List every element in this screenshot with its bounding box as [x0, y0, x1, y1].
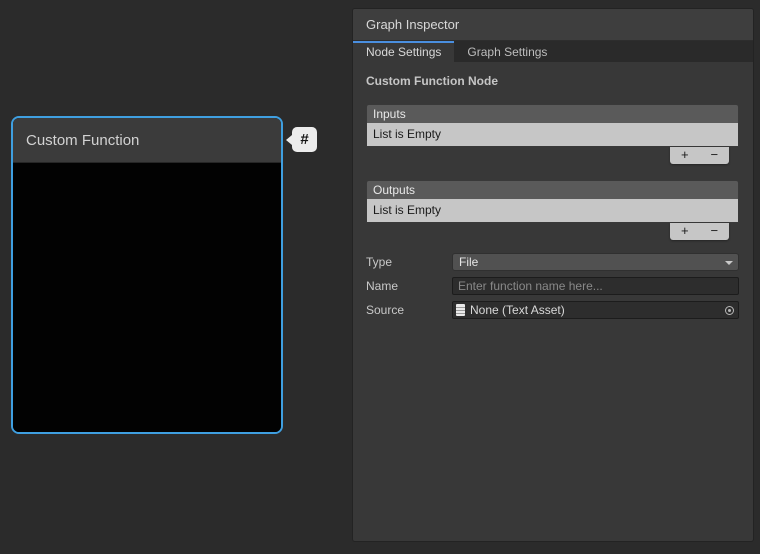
- inputs-list-header: Inputs: [366, 104, 739, 123]
- custom-function-node[interactable]: Custom Function: [11, 116, 283, 434]
- type-row: Type File: [366, 253, 739, 271]
- object-picker-icon: [725, 306, 734, 315]
- node-preview: [13, 163, 281, 432]
- tab-bar: Node Settings Graph Settings: [353, 41, 753, 62]
- outputs-list: Outputs List is Empty + −: [366, 180, 739, 240]
- inputs-remove-button[interactable]: −: [700, 147, 730, 164]
- outputs-list-header: Outputs: [366, 180, 739, 199]
- tab-graph-settings[interactable]: Graph Settings: [454, 41, 560, 62]
- outputs-list-footer: + −: [670, 223, 729, 240]
- name-row: Name: [366, 277, 739, 295]
- object-picker-button[interactable]: [721, 302, 738, 318]
- text-asset-icon: [456, 304, 465, 316]
- source-label: Source: [366, 303, 452, 317]
- outputs-list-empty-row: List is Empty: [366, 199, 739, 223]
- node-title: Custom Function: [26, 132, 139, 149]
- graph-canvas[interactable]: Custom Function # Graph Inspector Node S…: [0, 0, 760, 554]
- source-object-field[interactable]: None (Text Asset): [452, 301, 739, 319]
- outputs-remove-button[interactable]: −: [700, 223, 730, 240]
- outputs-add-button[interactable]: +: [670, 223, 700, 240]
- section-title: Custom Function Node: [366, 74, 740, 88]
- tab-node-settings[interactable]: Node Settings: [353, 41, 454, 62]
- chevron-down-icon: [725, 261, 733, 265]
- hash-icon: #: [300, 131, 308, 148]
- inputs-add-button[interactable]: +: [670, 147, 700, 164]
- type-label: Type: [366, 255, 452, 269]
- source-row: Source None (Text Asset): [366, 301, 739, 319]
- graph-inspector-panel: Graph Inspector Node Settings Graph Sett…: [352, 8, 754, 542]
- panel-title: Graph Inspector: [353, 9, 753, 41]
- inputs-list-footer: + −: [670, 147, 729, 164]
- name-label: Name: [366, 279, 452, 293]
- node-hash-badge[interactable]: #: [292, 127, 317, 152]
- source-object-value: None (Text Asset): [470, 302, 721, 318]
- type-dropdown-value: File: [459, 255, 478, 269]
- inputs-list: Inputs List is Empty + −: [366, 104, 739, 164]
- type-dropdown[interactable]: File: [452, 253, 739, 271]
- function-name-input[interactable]: [452, 277, 739, 295]
- node-header[interactable]: Custom Function: [13, 118, 281, 163]
- inputs-list-empty-row: List is Empty: [366, 123, 739, 147]
- name-field-wrap: [452, 277, 739, 295]
